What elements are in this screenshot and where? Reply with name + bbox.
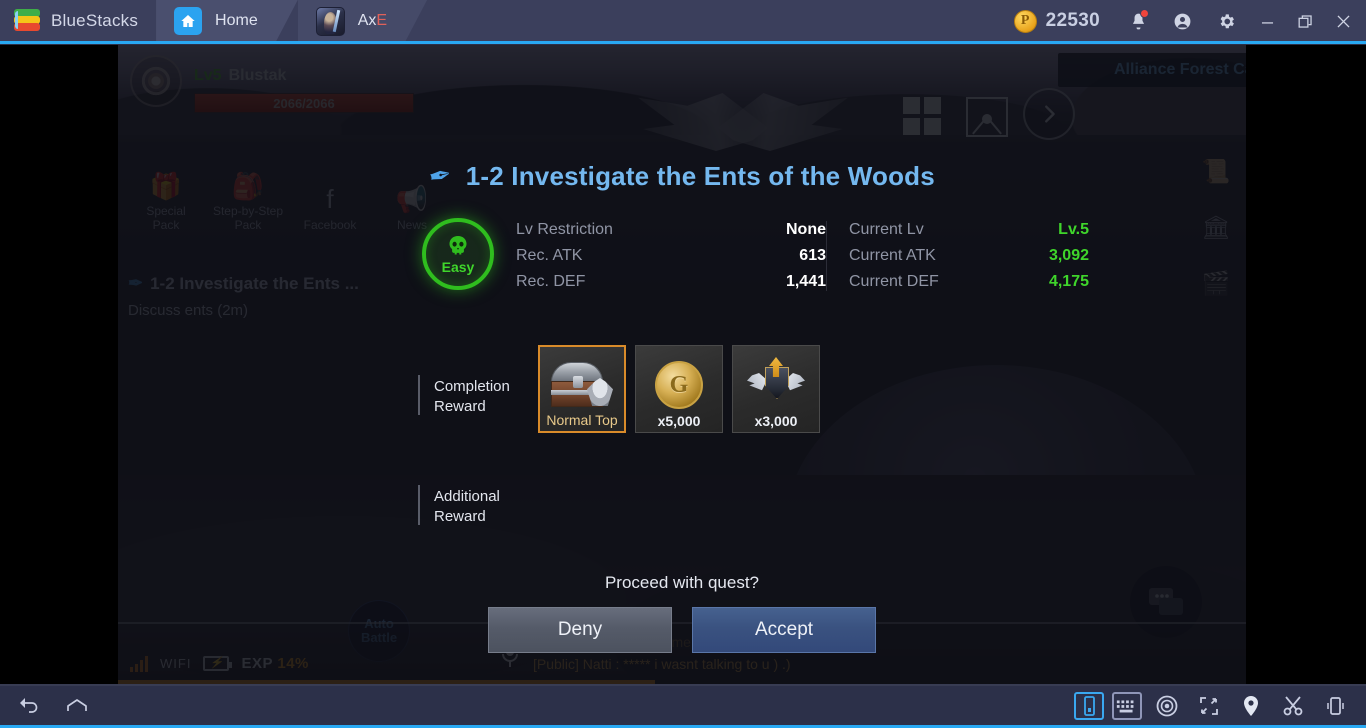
- minimize-icon[interactable]: [1248, 0, 1286, 42]
- tab-home-label: Home: [215, 12, 258, 29]
- gold-coin-icon: G: [655, 361, 703, 409]
- stat-key: Rec. ATK: [516, 247, 583, 264]
- stat-row: Current DEF 4,175: [849, 273, 1089, 291]
- skull-icon: [449, 235, 467, 254]
- tab-axe[interactable]: AxE: [298, 0, 427, 42]
- close-icon[interactable]: [1324, 0, 1362, 42]
- stat-value: None: [786, 221, 826, 238]
- stat-key: Current Lv: [849, 221, 924, 238]
- deny-button[interactable]: Deny: [488, 607, 672, 653]
- account-icon[interactable]: [1160, 0, 1204, 42]
- stat-key: Lv Restriction: [516, 221, 613, 238]
- stat-value: Lv.5: [1058, 221, 1089, 238]
- accept-button[interactable]: Accept: [692, 607, 876, 653]
- bluestacks-logo-icon: [14, 9, 40, 33]
- completion-reward-label: Completion Reward: [418, 345, 538, 433]
- rotate-device-icon[interactable]: [1074, 692, 1104, 720]
- bluestacks-tools: [1074, 690, 1366, 722]
- letterbox-right: [1246, 45, 1366, 684]
- letterbox-left: [0, 45, 118, 684]
- reward-slots: Normal Top G x5,000 x3,000: [538, 345, 820, 433]
- stat-row: Current Lv Lv.5: [849, 221, 1089, 239]
- quest-action-buttons: Deny Accept: [118, 607, 1246, 653]
- points-coin-icon: P: [1013, 9, 1037, 33]
- stat-row: Lv Restriction None: [516, 221, 826, 239]
- additional-reward-label-2: Reward: [434, 508, 486, 526]
- stat-row: Current ATK 3,092: [849, 247, 1089, 265]
- quest-modal-title: 1-2 Investigate the Ents of the Woods: [465, 161, 935, 191]
- quest-stats-current: Current Lv Lv.5 Current ATK 3,092 Curren…: [849, 221, 1089, 291]
- stat-key: Current DEF: [849, 273, 939, 290]
- home-icon[interactable]: [60, 690, 94, 722]
- game-thumbnail-icon: [315, 6, 345, 36]
- tab-axe-label: AxE: [357, 12, 388, 29]
- stat-key: Current ATK: [849, 247, 936, 264]
- quest-pen-icon: ✒: [426, 158, 455, 194]
- bell-icon[interactable]: [1116, 0, 1160, 42]
- quest-stats-required: Lv Restriction None Rec. ATK 613 Rec. DE…: [516, 221, 826, 291]
- restore-icon[interactable]: [1286, 0, 1324, 42]
- bluestacks-window: BlueStacks Home AxE P 22530 ✒ 1-2 Invest…: [0, 0, 1366, 728]
- exp-emblem-icon: [747, 357, 805, 411]
- location-icon[interactable]: [1234, 690, 1268, 722]
- macro-record-icon[interactable]: [1150, 690, 1184, 722]
- keyboard-icon[interactable]: [1112, 692, 1142, 720]
- gear-icon[interactable]: [1204, 0, 1248, 42]
- difficulty-badge: Easy: [422, 218, 494, 290]
- reward-caption: x5,000: [657, 413, 701, 429]
- bottom-toolbar: [0, 684, 1366, 728]
- additional-reward-label: Additional Reward: [418, 455, 538, 528]
- titlebar-controls: P 22530: [998, 0, 1366, 42]
- stat-row: Rec. DEF 1,441: [516, 273, 826, 291]
- title-bar: BlueStacks Home AxE P 22530: [0, 0, 1366, 44]
- brand-label: BlueStacks: [51, 11, 139, 30]
- fullscreen-icon[interactable]: [1192, 690, 1226, 722]
- completion-reward-block: Completion Reward Normal Top G x5,000 x3…: [418, 345, 820, 433]
- android-nav-buttons: [0, 690, 94, 722]
- chest-icon: [551, 362, 613, 408]
- points-badge[interactable]: P 22530: [998, 9, 1116, 33]
- stat-value: 4,175: [1048, 273, 1089, 290]
- reward-caption: Normal Top: [546, 412, 618, 428]
- back-icon[interactable]: [12, 690, 46, 722]
- stat-value: 1,441: [785, 273, 826, 290]
- additional-reward-block: Additional Reward: [418, 455, 538, 528]
- quest-modal-title-row: ✒ 1-2 Investigate the Ents of the Woods: [118, 158, 1246, 194]
- tab-home[interactable]: Home: [156, 0, 298, 42]
- notification-dot: [1140, 9, 1149, 18]
- quest-stats: Lv Restriction None Rec. ATK 613 Rec. DE…: [516, 221, 1089, 291]
- quest-modal: ✒ 1-2 Investigate the Ents of the Woods …: [118, 95, 1246, 653]
- stat-row: Rec. ATK 613: [516, 247, 826, 265]
- points-value: 22530: [1045, 10, 1100, 31]
- stat-value: 613: [799, 247, 826, 264]
- difficulty-label: Easy: [441, 258, 475, 275]
- brand: BlueStacks: [0, 0, 156, 42]
- home-icon: [174, 7, 203, 35]
- additional-reward-label-1: Additional: [434, 488, 500, 505]
- game-view[interactable]: Lv5 Blustak 2066/2066 Alliance Forest Ca…: [118, 45, 1246, 684]
- completion-reward-label-1: Completion: [434, 378, 510, 395]
- completion-reward-label-2: Reward: [434, 398, 486, 416]
- stats-divider: [826, 221, 827, 291]
- stat-key: Rec. DEF: [516, 273, 586, 290]
- stat-value: 3,092: [1048, 247, 1089, 264]
- confirm-question: Proceed with quest?: [604, 573, 760, 592]
- reward-slot-exp[interactable]: x3,000: [732, 345, 820, 433]
- reward-slot-gold[interactable]: G x5,000: [635, 345, 723, 433]
- reward-slot-chest[interactable]: Normal Top: [538, 345, 626, 433]
- reward-caption: x3,000: [754, 413, 798, 429]
- shake-device-icon[interactable]: [1318, 690, 1352, 722]
- screenshot-icon[interactable]: [1276, 690, 1310, 722]
